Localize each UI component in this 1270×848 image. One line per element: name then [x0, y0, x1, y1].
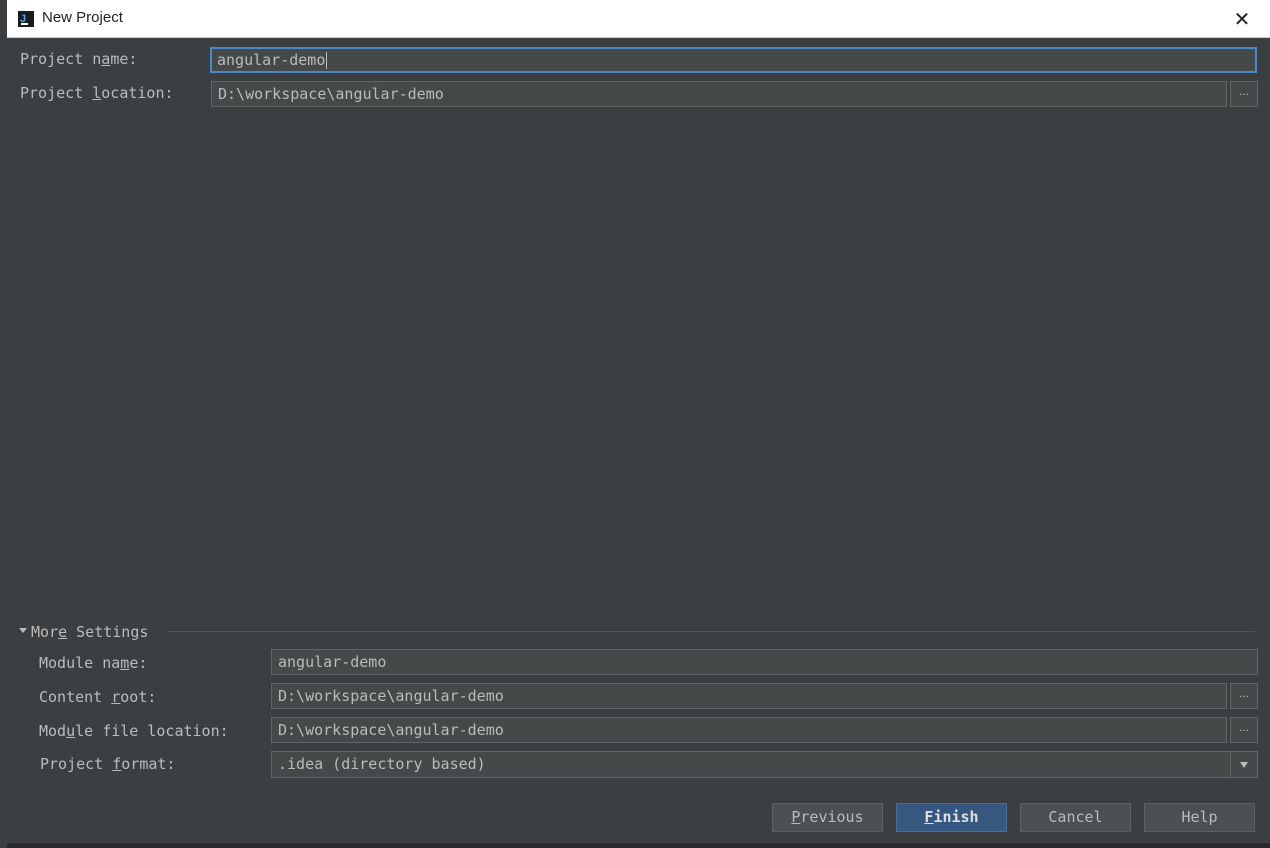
cancel-button[interactable]: Cancel: [1020, 803, 1131, 832]
title-bar: J New Project ✕: [7, 0, 1270, 38]
project-location-browse-button[interactable]: …: [1230, 81, 1258, 107]
previous-button[interactable]: Previous: [772, 803, 883, 832]
intellij-app-icon: J: [18, 11, 34, 27]
project-format-label: Project format:: [40, 755, 176, 773]
project-format-select[interactable]: .idea (directory based): [271, 751, 1258, 778]
close-icon[interactable]: ✕: [1229, 6, 1255, 32]
more-settings-toggle[interactable]: More Settings: [19, 623, 148, 641]
dropdown-arrow-icon[interactable]: [1230, 752, 1257, 777]
window-title: New Project: [42, 9, 123, 26]
module-name-input[interactable]: angular-demo: [271, 649, 1258, 675]
project-name-input[interactable]: angular-demo: [210, 47, 1257, 73]
content-root-input[interactable]: D:\workspace\angular-demo: [271, 683, 1227, 709]
help-button[interactable]: Help: [1144, 803, 1255, 832]
new-project-dialog: J New Project ✕ Project name: angular-de…: [7, 0, 1270, 843]
ide-background-bottom: [7, 843, 1270, 848]
content-root-browse-button[interactable]: …: [1230, 683, 1258, 709]
section-divider: [167, 631, 1255, 632]
module-file-location-browse-button[interactable]: …: [1230, 717, 1258, 743]
module-name-label: Module name:: [39, 654, 148, 672]
project-location-label: Project location:: [20, 84, 174, 102]
finish-button[interactable]: Finish: [896, 803, 1007, 832]
module-file-location-input[interactable]: D:\workspace\angular-demo: [271, 717, 1227, 743]
text-caret: [326, 52, 328, 69]
expand-triangle-icon: [19, 628, 27, 633]
project-name-label: Project name:: [20, 50, 138, 68]
project-location-input[interactable]: D:\workspace\angular-demo: [211, 81, 1227, 107]
module-file-location-label: Module file location:: [39, 722, 229, 740]
content-root-label: Content root:: [39, 688, 157, 706]
